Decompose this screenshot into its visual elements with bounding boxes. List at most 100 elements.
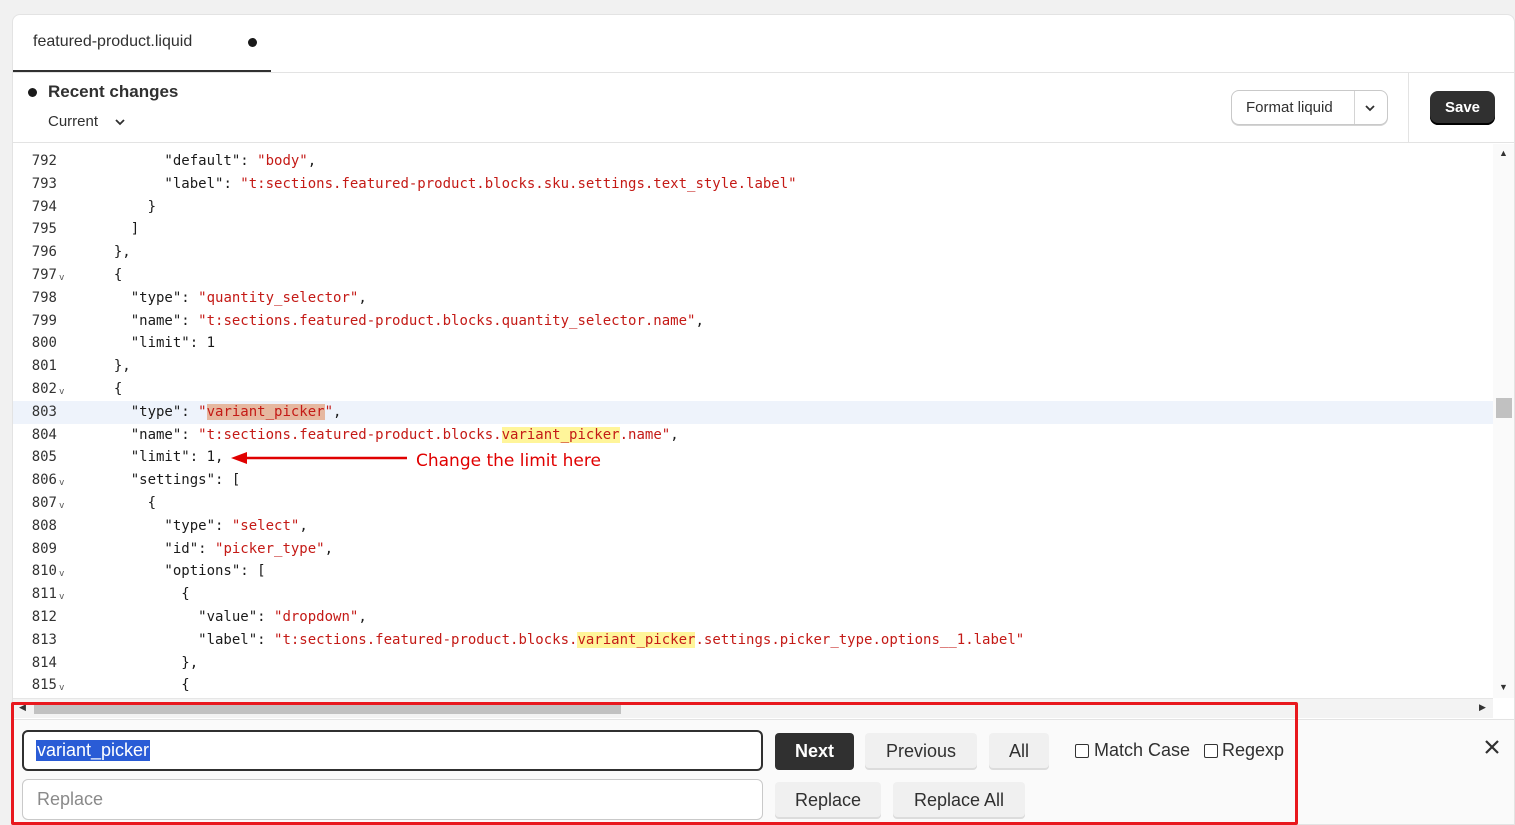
annotation-arrow-icon — [231, 452, 407, 464]
code-token: "body" — [257, 153, 308, 169]
search-match: variant_picker — [577, 631, 696, 648]
code-token: "options" — [97, 563, 241, 580]
code-line[interactable]: 799 "name": "t:sections.featured-product… — [13, 310, 1493, 333]
line-number: 809 — [31, 540, 57, 557]
code-line[interactable]: 811 v { — [13, 583, 1493, 606]
next-button[interactable]: Next — [775, 733, 854, 770]
code-line[interactable]: 808 "type": "select", — [13, 515, 1493, 538]
code-line[interactable]: 797 v { — [13, 264, 1493, 287]
code-line[interactable]: 807 v { — [13, 492, 1493, 515]
code-token: : — [189, 335, 207, 352]
replace-all-button[interactable]: Replace All — [893, 782, 1025, 819]
format-liquid-button[interactable]: Format liquid — [1231, 90, 1388, 125]
code-token: "type" — [97, 517, 216, 534]
code-text: { — [97, 674, 189, 697]
chevron-down-icon[interactable] — [113, 115, 127, 129]
code-token: } — [97, 198, 157, 215]
vertical-scroll-thumb[interactable] — [1496, 398, 1512, 418]
regexp-label: Regexp — [1222, 740, 1285, 760]
code-line[interactable]: 792 "default": "body", — [13, 150, 1493, 173]
code-line[interactable]: 804 "name": "t:sections.featured-product… — [13, 424, 1493, 447]
format-liquid-label: Format liquid — [1246, 99, 1333, 116]
code-text: "id": "picker_type", — [97, 538, 333, 561]
code-line[interactable]: 793 "label": "t:sections.featured-produc… — [13, 173, 1493, 196]
code-token: "t:sections.featured-product.blocks.quan… — [198, 312, 696, 329]
code-text: }, — [97, 355, 131, 378]
line-number: 806 — [31, 472, 57, 489]
scroll-left-icon[interactable]: ◀ — [19, 702, 26, 713]
close-icon[interactable] — [1481, 736, 1503, 758]
line-number: 807 — [31, 495, 57, 511]
line-number: 802 — [31, 381, 57, 397]
line-number: 815 — [31, 677, 57, 694]
code-token: "default" — [97, 153, 241, 169]
code-editor-panel: featured-product.liquid Recent changes C… — [12, 14, 1515, 825]
line-number: 814 — [31, 654, 57, 671]
code-line[interactable]: 803 "type": "variant_picker", — [13, 400, 1493, 424]
code-line[interactable]: 809 "id": "picker_type", — [13, 538, 1493, 561]
select-all-button[interactable]: All — [989, 733, 1049, 770]
file-tab[interactable]: featured-product.liquid — [13, 15, 271, 72]
editor-toolbar: Recent changes Current Format liquid Sav… — [13, 73, 1514, 143]
code-token: "label" — [97, 175, 224, 192]
line-number: 797 — [31, 267, 57, 283]
code-token: .settings.picker_type.options__1.label" — [695, 631, 1025, 648]
code-text: "limit": 1 — [97, 332, 215, 355]
code-line[interactable]: 798 "type": "quantity_selector", — [13, 287, 1493, 310]
vertical-scrollbar[interactable]: ▲ ▼ — [1493, 144, 1514, 698]
code-token: "name" — [97, 312, 182, 329]
fold-toggle-icon[interactable]: v — [59, 677, 64, 698]
code-line[interactable]: 801 }, — [13, 355, 1493, 378]
horizontal-scroll-thumb[interactable] — [34, 704, 621, 714]
code-text: "limit": 1, — [97, 446, 224, 469]
code-token: 1 — [206, 335, 216, 352]
code-line[interactable]: 796 }, — [13, 241, 1493, 264]
code-text: "default": "body", — [97, 150, 316, 173]
scroll-right-icon[interactable]: ▶ — [1479, 702, 1486, 713]
code-line[interactable]: 802 v { — [13, 378, 1493, 401]
code-token: .name" — [619, 426, 671, 443]
match-case-label: Match Case — [1094, 740, 1191, 760]
code-line[interactable]: 813 "label": "t:sections.featured-produc… — [13, 629, 1493, 652]
recent-changes-title: Recent changes — [48, 82, 179, 101]
code-text: { — [97, 583, 189, 606]
line-number: 811 — [31, 586, 57, 603]
find-input-selected-text: variant_picker — [36, 740, 151, 761]
code-token: , — [299, 517, 308, 534]
replace-input[interactable] — [22, 779, 763, 820]
code-line[interactable]: 815 v { — [13, 674, 1493, 697]
code-text: "name": "t:sections.featured-product.blo… — [97, 310, 704, 333]
code-text: "settings": [ — [97, 469, 241, 492]
code-token: : — [257, 631, 275, 648]
code-token: , — [333, 403, 342, 420]
code-token: { — [97, 267, 123, 283]
match-case-checkbox[interactable] — [1075, 744, 1089, 758]
code-line[interactable]: 806 v "settings": [ — [13, 469, 1493, 492]
scroll-up-icon[interactable]: ▲ — [1499, 148, 1508, 158]
line-number: 803 — [31, 403, 57, 420]
file-tab-label: featured-product.liquid — [33, 33, 193, 50]
regexp-checkbox[interactable] — [1204, 744, 1218, 758]
code-token: : — [181, 403, 199, 420]
scroll-down-icon[interactable]: ▼ — [1499, 682, 1508, 692]
code-token: : — [198, 540, 216, 557]
annotation-text: Change the limit here — [416, 451, 601, 471]
previous-button[interactable]: Previous — [865, 733, 977, 770]
horizontal-scrollbar[interactable]: ◀ ▶ — [13, 698, 1493, 718]
code-line[interactable]: 812 "value": "dropdown", — [13, 606, 1493, 629]
code-token: : — [189, 449, 207, 466]
code-token: }, — [97, 244, 131, 261]
code-line[interactable]: 814 }, — [13, 652, 1493, 675]
version-selector[interactable]: Current — [48, 113, 98, 130]
code-line[interactable]: 795 ] — [13, 218, 1493, 241]
code-text: { — [97, 264, 122, 287]
code-area[interactable]: 792 "default": "body", 793 "label": "t:se… — [13, 144, 1514, 698]
line-number: 801 — [31, 358, 57, 375]
code-line[interactable]: 810 v "options": [ — [13, 560, 1493, 583]
replace-button[interactable]: Replace — [775, 782, 881, 819]
save-button[interactable]: Save — [1430, 91, 1495, 125]
code-line[interactable]: 800 "limit": 1 — [13, 332, 1493, 355]
code-line[interactable]: 794 } — [13, 196, 1493, 219]
code-text: }, — [97, 241, 131, 264]
chevron-down-icon[interactable] — [1363, 101, 1377, 115]
